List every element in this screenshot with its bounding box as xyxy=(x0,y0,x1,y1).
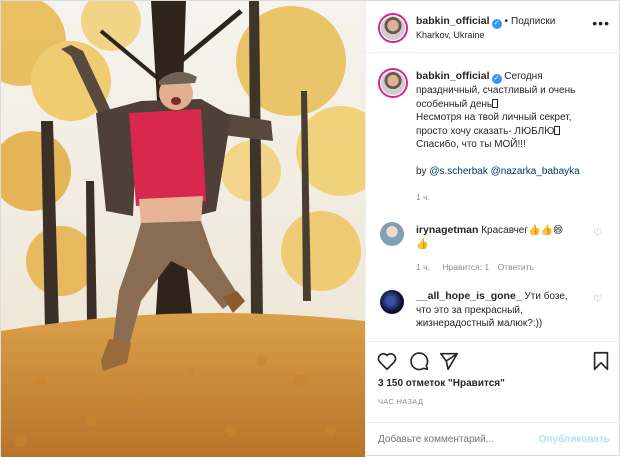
photo-illustration xyxy=(1,1,365,457)
author-avatar-image xyxy=(381,16,405,40)
comment-meta: 1 ч. Нравится: 1 Ответить xyxy=(416,261,596,275)
comment-item: irynagetman Красавчег👍👍😄 👍 1 ч. Нравится… xyxy=(416,224,596,275)
comment-icon[interactable] xyxy=(408,350,430,372)
caption-author-username[interactable]: babkin_official xyxy=(416,70,490,82)
more-horizontal-icon[interactable]: ••• xyxy=(592,15,610,31)
add-comment-bar: Опубликовать xyxy=(366,422,620,458)
comment-author[interactable]: __all_hope_is_gone_ xyxy=(416,290,522,302)
heart-icon[interactable] xyxy=(376,350,398,372)
comment-text-line-2: что это за прекрасный, xyxy=(416,304,523,316)
missing-glyph-icon xyxy=(554,125,561,135)
author-line: babkin_official ✓ • Подписки xyxy=(416,15,555,29)
comment-input[interactable] xyxy=(378,434,538,445)
comment-text: Ути бозе, xyxy=(524,291,568,302)
caption-time[interactable]: 1 ч. xyxy=(416,191,612,205)
comment-author[interactable]: irynagetman xyxy=(416,224,478,236)
separator-dot: • xyxy=(504,16,509,27)
post-time[interactable]: ЧАС НАЗАД xyxy=(378,397,423,406)
post-header: babkin_official ✓ • Подписки Kharkov, Ukrai… xyxy=(366,1,620,53)
share-icon[interactable] xyxy=(438,350,460,372)
caption-line-1: Сегодня xyxy=(504,71,543,82)
missing-glyph-icon xyxy=(492,98,499,108)
post-details-panel: babkin_official ✓ • Подписки Kharkov, Ukrai… xyxy=(365,1,620,457)
reply-button[interactable]: Ответить xyxy=(498,262,534,272)
caption-line-4: Несмотря на твой личный секрет, xyxy=(416,112,572,123)
likes-count[interactable]: 3 150 отметок "Нравится" xyxy=(378,378,505,389)
publish-button[interactable]: Опубликовать xyxy=(539,434,610,445)
mention-link[interactable]: @nazarka_babayka xyxy=(491,166,580,177)
caption-line-5: просто хочу сказать- ЛЮБЛЮ xyxy=(416,125,555,137)
verified-icon: ✓ xyxy=(491,74,502,84)
comment-likes-count[interactable]: Нравится: 1 xyxy=(442,262,489,272)
caption-credits: by @s.scherbak @nazarka_babayka xyxy=(416,165,612,179)
comment-text-line-2: 👍 xyxy=(416,238,429,250)
commenter-avatar[interactable] xyxy=(380,222,404,246)
comment-text-line-3: жизнерадостный малюк?:)) xyxy=(416,318,543,329)
comment-text: Красавчег👍👍😄 xyxy=(481,225,564,236)
author-avatar[interactable] xyxy=(378,13,408,43)
post-photo[interactable] xyxy=(1,1,365,457)
caption-avatar-image xyxy=(381,71,405,95)
follow-button[interactable]: Подписки xyxy=(511,16,555,27)
instagram-post-modal: babkin_official ✓ • Подписки Kharkov, Ukrai… xyxy=(0,0,620,457)
comments-list[interactable]: babkin_official ✓ Сегодня праздничный, сч… xyxy=(366,54,620,341)
mention-link[interactable]: @s.scherbak xyxy=(429,166,488,177)
author-username[interactable]: babkin_official xyxy=(416,15,490,27)
heart-outline-icon[interactable]: ♡ xyxy=(593,294,602,305)
caption-line-3: особенный день xyxy=(416,98,493,110)
caption-by: by xyxy=(416,165,427,177)
verified-icon: ✓ xyxy=(491,19,502,29)
location-link[interactable]: Kharkov, Ukraine xyxy=(416,30,484,40)
heart-outline-icon[interactable]: ♡ xyxy=(593,228,602,239)
comment-item: __all_hope_is_gone_ Ути бозе, что это за… xyxy=(416,290,596,331)
caption-line-2: праздничный, счастливый и очень xyxy=(416,85,576,96)
caption-block: babkin_official ✓ Сегодня праздничный, сч… xyxy=(416,70,612,205)
commenter-avatar[interactable] xyxy=(380,290,404,314)
caption-author-avatar[interactable] xyxy=(378,68,408,98)
bookmark-icon[interactable] xyxy=(590,350,612,372)
caption-line-6: Спасибо, что ты МОЙ!!! xyxy=(416,139,526,150)
comment-time[interactable]: 1 ч. xyxy=(416,262,430,272)
post-actions: 3 150 отметок "Нравится" ЧАС НАЗАД Опубл… xyxy=(366,341,620,461)
